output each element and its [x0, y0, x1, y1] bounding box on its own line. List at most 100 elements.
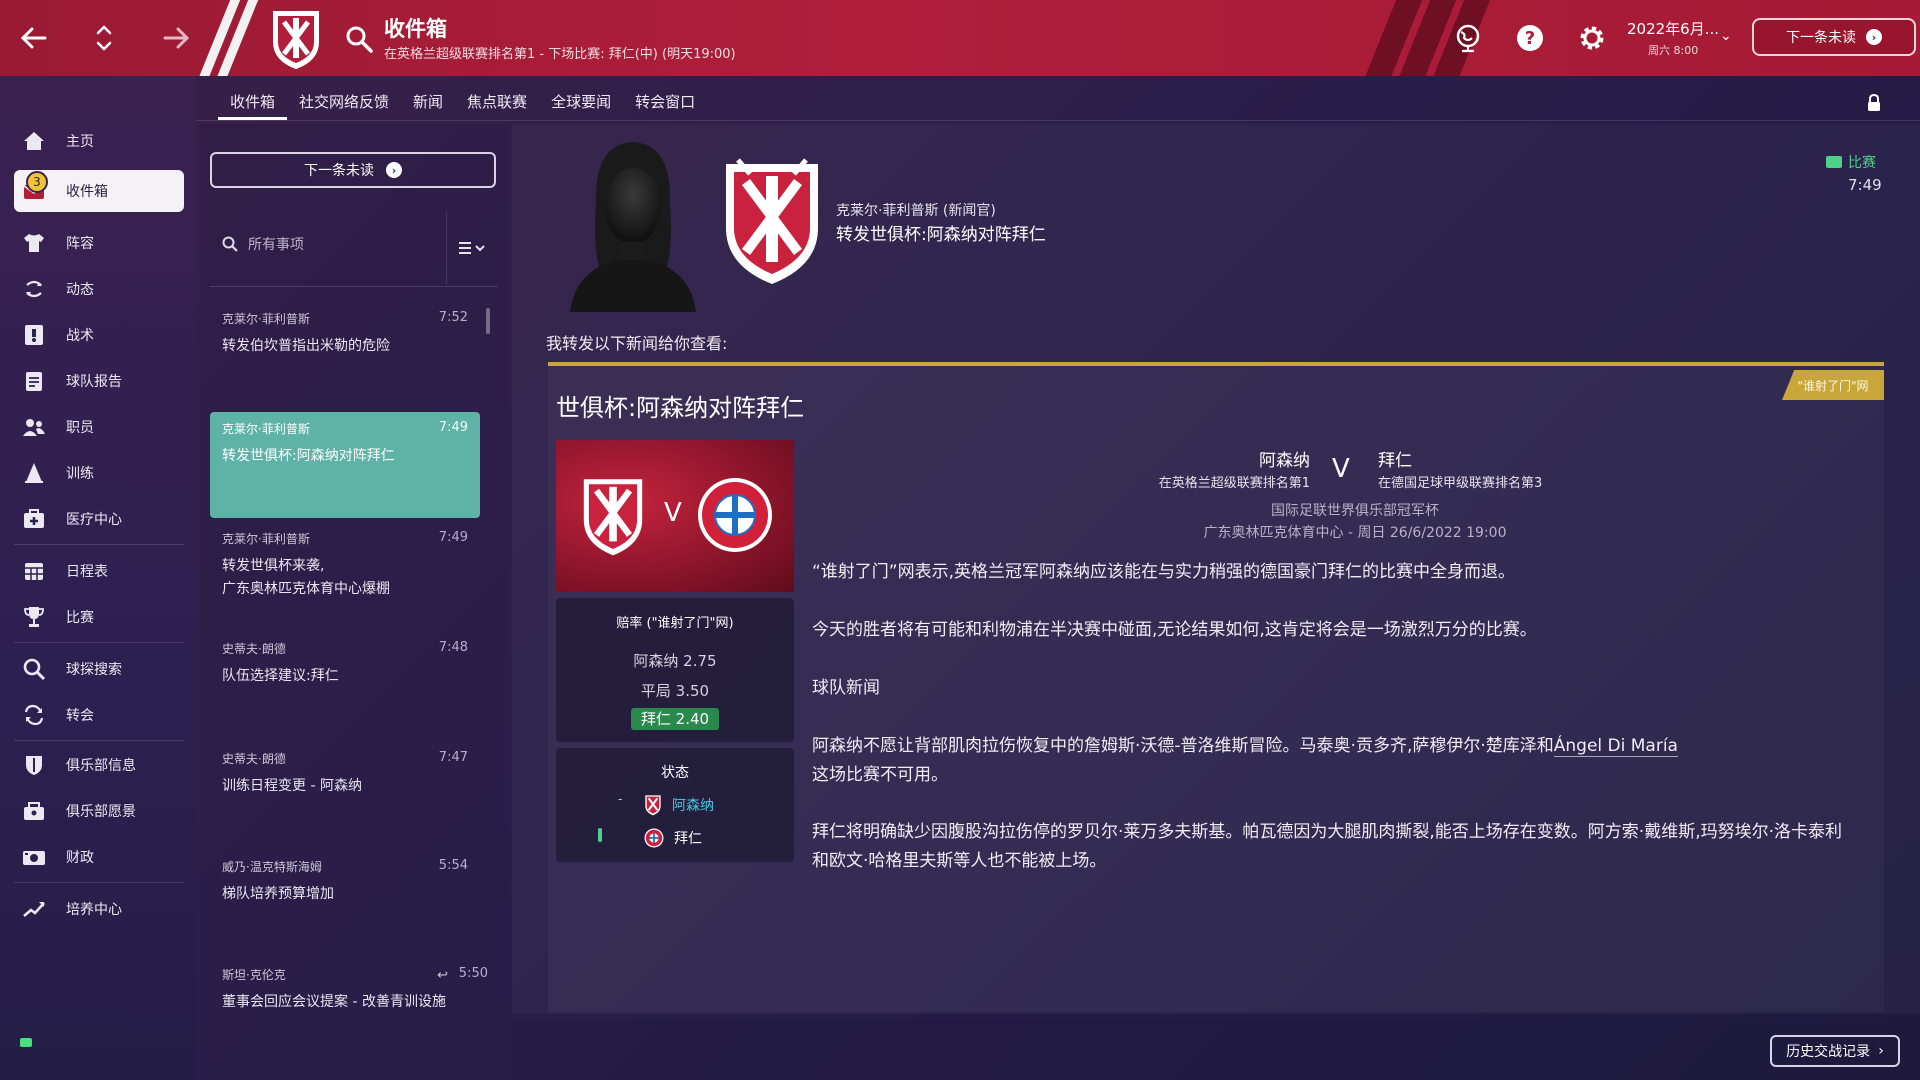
search-icon[interactable]: [344, 24, 374, 54]
scout-search-icon: [22, 657, 46, 681]
sidebar-item-label: 俱乐部信息: [66, 758, 136, 774]
sidebar-divider: [14, 882, 184, 883]
home-crest-icon: [645, 795, 661, 816]
sidebar-item-schedule[interactable]: 日程表: [14, 550, 184, 592]
sidebar-item-club-vision[interactable]: 俱乐部愿景: [14, 790, 184, 832]
form-row-home[interactable]: 阿森纳: [644, 794, 714, 816]
filter-menu-button[interactable]: [446, 212, 498, 284]
status-indicator-icon[interactable]: [20, 1038, 32, 1047]
menu-chevron-icon: [458, 242, 485, 254]
away-team-block[interactable]: 拜仁 在德国足球甲级联赛排名第3: [1378, 446, 1618, 491]
form-indicator: [598, 828, 602, 842]
versus-label: V: [1332, 454, 1350, 484]
page-subtitle: 在英格兰超级联赛排名第1 - 下场比赛: 拜仁(中) (明天19:00): [384, 47, 736, 62]
sidebar-divider: [14, 740, 184, 741]
list-item[interactable]: 克莱尔·菲利普斯 7:49 转发世俱杯:阿森纳对阵拜仁: [210, 412, 480, 518]
player-link[interactable]: Ángel Di María: [1553, 736, 1678, 757]
sidebar-item-finances[interactable]: 财政: [14, 836, 184, 878]
sidebar-item-club-info[interactable]: 俱乐部信息: [14, 744, 184, 786]
tab-focus-league[interactable]: 焦点联赛: [455, 90, 539, 120]
sidebar-item-medical-centre[interactable]: 医疗中心: [14, 498, 184, 540]
list-item[interactable]: 史蒂夫·朗德 7:47 训练日程变更 - 阿森纳: [210, 742, 480, 848]
sidebar-item-label: 日程表: [66, 564, 108, 580]
tab-news[interactable]: 新闻: [401, 90, 455, 120]
home-team-block[interactable]: 阿森纳 在英格兰超级联赛排名第1: [1110, 446, 1310, 491]
message-time: 7:49: [1848, 176, 1882, 194]
news-paragraph: “谁射了门”网表示,英格兰冠军阿森纳应该能在与实力稍强的德国豪门拜仁的比赛中全身…: [812, 562, 1516, 582]
message-subject: 训练日程变更 - 阿森纳: [222, 778, 362, 794]
sidebar-item-dynamics[interactable]: 动态: [14, 268, 184, 310]
training-icon: [22, 461, 46, 485]
news-source-badge: "谁射了门"网: [1782, 370, 1884, 400]
sidebar-item-team-report[interactable]: 球队报告: [14, 360, 184, 402]
sidebar-item-label: 财政: [66, 850, 94, 866]
gear-icon[interactable]: [1576, 22, 1608, 54]
message-sender[interactable]: 克莱尔·菲利普斯 (新闻官): [836, 200, 996, 220]
message-intro: 我转发以下新闻给你查看:: [546, 334, 728, 353]
sidebar-item-scout-search[interactable]: 球探搜索: [14, 648, 184, 690]
list-item[interactable]: 史蒂夫·朗德 7:48 队伍选择建议:拜仁: [210, 632, 480, 738]
staff-icon: [22, 415, 46, 439]
tab-transfer-window[interactable]: 转会窗口: [623, 90, 707, 120]
sidebar-item-staff[interactable]: 职员: [14, 406, 184, 448]
odds-away-value: 拜仁 2.40: [630, 708, 720, 730]
up-down-arrows-icon[interactable]: [84, 18, 124, 58]
message-time: 7:47: [438, 750, 468, 765]
sidebar-item-home[interactable]: 主页: [14, 120, 184, 162]
scrollbar-thumb[interactable]: [486, 308, 490, 334]
form-away-team: 拜仁: [674, 831, 702, 847]
message-subject: 董事会回应会议提案 - 改善青训设施: [222, 994, 446, 1010]
odds-title: 赔率 ("谁射了门"网): [616, 616, 734, 631]
sidebar-item-transfers[interactable]: 转会: [14, 694, 184, 736]
odds-panel: 赔率 ("谁射了门"网) 阿森纳 2.75 平局 3.50 拜仁 2.40: [556, 598, 794, 742]
tab-inbox[interactable]: 收件箱: [218, 90, 288, 120]
sidebar-item-label: 战术: [66, 328, 94, 344]
game-date[interactable]: 2022年6月...: [1627, 18, 1719, 39]
arrow-right-icon: ›: [1866, 29, 1882, 45]
list-item[interactable]: 斯坦·克伦克 ↩ 5:50 董事会回应会议提案 - 改善青训设施: [210, 958, 500, 1064]
competition-name[interactable]: 国际足联世界俱乐部冠军杯: [1140, 500, 1570, 520]
message-time: 7:48: [438, 640, 468, 655]
home-crest-icon: [583, 479, 643, 556]
development-icon: [22, 897, 46, 921]
svg-text:?: ?: [1525, 28, 1535, 49]
sidebar-item-label: 比赛: [66, 610, 94, 626]
search-placeholder: 所有事项: [248, 237, 304, 253]
tab-world-news[interactable]: 全球要闻: [539, 90, 623, 120]
sidebar-item-tactics[interactable]: 战术: [14, 314, 184, 356]
sidebar-item-inbox[interactable]: 收件箱 3: [14, 170, 184, 212]
lock-icon[interactable]: [1866, 94, 1882, 112]
news-paragraph: 拜仁将明确缺少因腹股沟拉伤停的罗贝尔·莱万多夫斯基。帕瓦德因为大腿肌肉撕裂,能否…: [812, 822, 1843, 871]
dynamics-icon: [22, 277, 46, 301]
form-row-away[interactable]: 拜仁: [644, 828, 702, 848]
sidebar-item-label: 球队报告: [66, 374, 122, 390]
sidebar-item-development-centre[interactable]: 培养中心: [14, 888, 184, 930]
away-team-name: 拜仁: [1378, 451, 1412, 471]
home-team-name: 阿森纳: [1259, 451, 1310, 471]
help-icon[interactable]: ?: [1514, 22, 1546, 54]
sidebar-item-squad[interactable]: 阵容: [14, 222, 184, 264]
next-unread-button[interactable]: 下一条未读 ›: [210, 152, 496, 188]
club-crest-icon: [726, 158, 818, 284]
form-home-marker: -: [618, 792, 623, 806]
sidebar-item-competitions[interactable]: 比赛: [14, 596, 184, 638]
form-home-team: 阿森纳: [672, 798, 714, 814]
list-item[interactable]: 克莱尔·菲利普斯 7:49 转发世俱杯来袭, 广东奥林匹克体育中心爆棚: [210, 522, 480, 628]
tab-social-feed[interactable]: 社交网络反馈: [287, 90, 401, 120]
match-tag[interactable]: 比赛: [1826, 152, 1876, 172]
list-item[interactable]: 威乃·温克特斯海姆 5:54 梯队培养预算增加: [210, 850, 480, 956]
globe-icon[interactable]: [1452, 22, 1484, 54]
back-arrow-icon[interactable]: [14, 18, 54, 58]
sidebar-item-training[interactable]: 训练: [14, 452, 184, 494]
venue-datetime: 广东奥林匹克体育中心 - 周日 26/6/2022 19:00: [1203, 525, 1507, 541]
list-item[interactable]: 克莱尔·菲利普斯 7:52 转发伯坎普指出米勒的危险: [210, 302, 480, 408]
chevron-down-icon[interactable]: ⌄: [1720, 28, 1732, 44]
inbox-search-input[interactable]: 所有事项: [210, 226, 446, 262]
forward-arrow-icon[interactable]: [156, 18, 196, 58]
next-unread-button[interactable]: 下一条未读 ›: [1752, 18, 1916, 56]
message-time: 7:52: [438, 310, 468, 325]
sidebar-item-label: 收件箱: [66, 184, 108, 200]
history-button[interactable]: 历史交战记录 ›: [1770, 1035, 1900, 1067]
versus-label: V: [664, 498, 682, 528]
ticket-icon: [1826, 156, 1842, 168]
